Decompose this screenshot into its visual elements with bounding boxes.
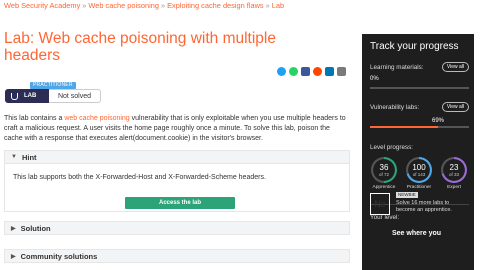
vulnerability-labs-label: Vulnerability labs:: [370, 104, 420, 111]
breadcrumb-lab-link[interactable]: Lab: [272, 1, 284, 10]
chevron-right-icon: ▶: [11, 225, 16, 232]
progress-sidebar: Track your progress Learning materials: …: [362, 34, 474, 270]
practitioner-progress: 100 of 143 Practitioner: [403, 157, 435, 190]
lab-badge: LAB: [5, 89, 49, 103]
hint-panel: This lab supports both the X-Forwarded-H…: [4, 164, 350, 212]
apprentice-ring: 36 of 72: [371, 157, 397, 183]
level-progress-label: Level progress:: [370, 144, 414, 151]
chevron-down-icon: ▼: [11, 154, 17, 160]
expert-ring: 23 of 33: [441, 157, 467, 183]
breadcrumb-academy-link[interactable]: Web Security Academy: [4, 1, 80, 10]
community-solutions-label: Community solutions: [20, 251, 98, 261]
labs-progress-bar: [370, 126, 469, 128]
difficulty-badge: PRACTITIONER: [30, 82, 76, 89]
learning-view-all-button[interactable]: View all: [442, 62, 469, 72]
labs-percent: 69%: [432, 118, 445, 124]
breadcrumb: Web Security Academy» Web cache poisoning…: [4, 1, 285, 10]
chevron-right-icon: ▶: [11, 253, 16, 260]
apprentice-count: 36: [379, 162, 389, 172]
solution-accordion[interactable]: ▶ Solution: [4, 221, 350, 235]
practitioner-count: 100: [412, 162, 426, 172]
apprentice-progress: 36 of 72 Apprentice: [368, 157, 400, 190]
linkedin-icon[interactable]: [325, 67, 334, 76]
practitioner-total: of 143: [412, 171, 426, 177]
page-title: Lab: Web cache poisoning with multiple h…: [4, 30, 276, 64]
expert-label: Expert: [447, 185, 461, 190]
hint-accordion[interactable]: ▼ Hint: [4, 150, 350, 164]
expert-total: of 33: [448, 171, 459, 177]
hint-text: This lab supports both the X-Forwarded-H…: [13, 174, 266, 181]
flask-icon: [11, 92, 18, 100]
reddit-icon[interactable]: [313, 67, 322, 76]
practitioner-label: Practitioner: [406, 185, 432, 190]
email-icon[interactable]: [337, 67, 346, 76]
solution-label: Solution: [20, 223, 51, 233]
community-solutions-accordion[interactable]: ▶ Community solutions: [4, 249, 350, 263]
twitter-icon[interactable]: [277, 67, 286, 76]
breadcrumb-subtopic-link[interactable]: Exploiting cache design flaws: [167, 1, 264, 10]
apprentice-label: Apprentice: [372, 185, 396, 190]
status-badge: Not solved: [49, 89, 101, 103]
expert-progress: 23 of 33 Expert: [438, 157, 470, 190]
labs-view-all-button[interactable]: View all: [442, 102, 469, 112]
description-text-start: This lab contains a: [4, 115, 65, 122]
hint-label: Hint: [21, 152, 37, 162]
learning-progress-bar: [370, 87, 469, 89]
lab-description: This lab contains a web cache poisoning …: [4, 114, 350, 144]
your-level-label: Your level:: [370, 214, 400, 221]
share-bar: [277, 67, 346, 76]
learning-percent: 0%: [370, 76, 379, 82]
web-cache-poisoning-link[interactable]: web cache poisoning: [64, 115, 129, 122]
expert-count: 23: [449, 162, 459, 172]
lab-badge-label: LAB: [24, 93, 37, 99]
facebook-icon[interactable]: [301, 67, 310, 76]
level-circles: 36 of 72 Apprentice 100 of 143 Practitio…: [368, 157, 470, 190]
access-lab-button[interactable]: Access the lab: [125, 197, 235, 209]
sidebar-divider: [370, 204, 469, 205]
breadcrumb-topic-link[interactable]: Web cache poisoning: [88, 1, 159, 10]
sidebar-title: Track your progress: [370, 41, 459, 52]
apprentice-total: of 72: [378, 171, 389, 177]
learning-materials-label: Learning materials:: [370, 64, 424, 71]
whatsapp-icon[interactable]: [289, 67, 298, 76]
practitioner-ring: 100 of 143: [406, 157, 432, 183]
